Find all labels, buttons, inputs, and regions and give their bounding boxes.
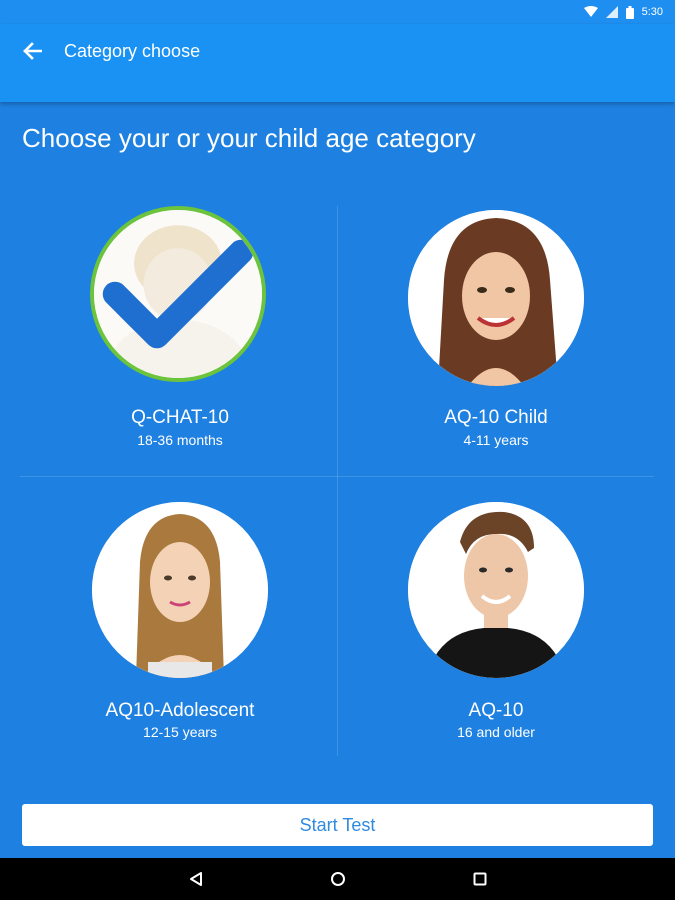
category-title: AQ-10 <box>468 700 524 721</box>
category-tile-aq10-adult[interactable]: AQ-10 16 and older <box>338 496 654 766</box>
system-nav-bar <box>0 858 675 900</box>
triangle-back-icon <box>190 872 202 886</box>
category-title: AQ-10 Child <box>444 407 548 428</box>
check-icon <box>102 239 254 349</box>
circle-home-icon <box>331 872 345 886</box>
app-bar <box>0 24 675 102</box>
start-test-button[interactable]: Start Test <box>22 804 653 846</box>
child-photo <box>408 210 584 386</box>
back-button[interactable] <box>14 38 50 64</box>
grid-divider-horizontal <box>20 476 654 477</box>
status-bar: 5:30 <box>0 0 675 24</box>
category-tile-aq10-adolescent[interactable]: AQ10-Adolescent 12-15 years <box>22 496 338 766</box>
battery-icon <box>625 5 634 19</box>
nav-recents-button[interactable] <box>468 867 492 891</box>
app-title: Category choose <box>64 41 201 61</box>
girl-illustration <box>408 210 584 386</box>
category-tile-qchat[interactable]: Q-CHAT-10 18-36 months <box>22 204 338 474</box>
category-tile-aq10-child[interactable]: AQ-10 Child 4-11 years <box>338 204 654 474</box>
page-title: Choose your or your child age category <box>22 123 476 153</box>
category-age-range: 4-11 years <box>463 432 529 448</box>
adolescent-photo <box>92 502 268 678</box>
toddler-photo <box>90 206 266 382</box>
nav-home-button[interactable] <box>326 867 350 891</box>
wifi-icon <box>583 6 598 17</box>
category-age-range: 12-15 years <box>143 724 217 740</box>
category-age-range: 16 and older <box>457 724 535 740</box>
category-title: AQ10-Adolescent <box>105 700 255 721</box>
square-recents-icon <box>473 872 487 886</box>
signal-icon <box>605 6 618 18</box>
arrow-left-icon <box>23 42 42 60</box>
status-time: 5:30 <box>641 6 663 18</box>
nav-back-button[interactable] <box>184 867 208 891</box>
adult-photo <box>408 502 584 678</box>
man-illustration <box>408 502 584 678</box>
category-age-range: 18-36 months <box>137 432 223 448</box>
category-title: Q-CHAT-10 <box>131 407 229 428</box>
teen-illustration <box>92 502 268 678</box>
